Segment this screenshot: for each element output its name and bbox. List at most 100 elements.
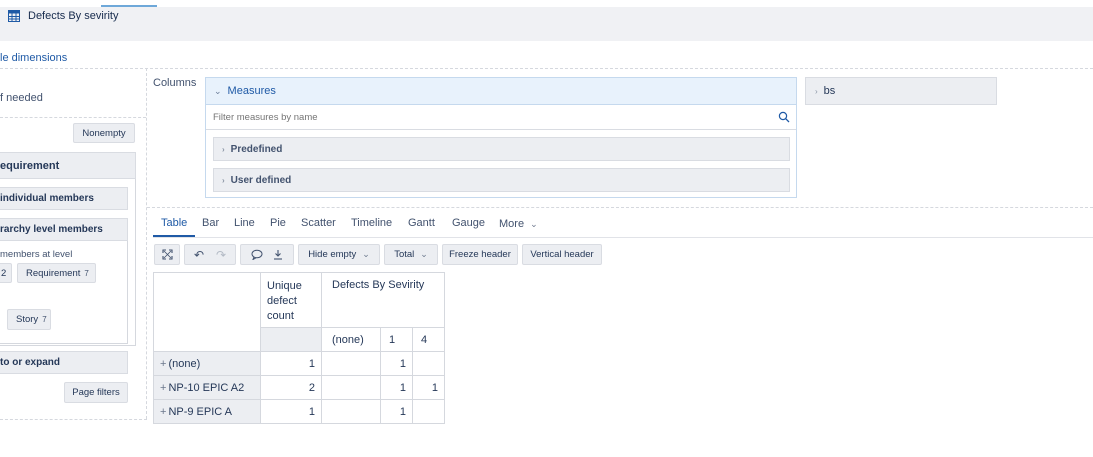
severity-none-header[interactable]: (none) <box>321 327 381 352</box>
vertical-header-button[interactable]: Vertical header <box>522 244 602 265</box>
hide-empty-label: Hide empty <box>308 249 357 260</box>
tab-table[interactable]: Table <box>161 217 187 229</box>
page-filters-button[interactable]: Page filters <box>64 382 128 403</box>
chip-count: 7 <box>42 315 47 324</box>
filter-measures-input[interactable] <box>206 106 796 130</box>
fullscreen-button[interactable] <box>154 244 180 265</box>
columns-bottom-divider <box>147 207 1093 208</box>
unique-count-cell: 1 <box>260 399 322 424</box>
undo-redo-group: ↶ ↷ <box>184 244 236 265</box>
bs-label: bs <box>823 85 836 97</box>
severity-4-header[interactable]: 4 <box>412 327 445 352</box>
row-header[interactable]: + (none) <box>153 351 261 376</box>
predefined-measures-group[interactable]: › Predefined <box>213 137 790 161</box>
expand-plus-icon[interactable]: + <box>160 406 166 418</box>
unique-defect-count-header[interactable]: Unique defect count <box>260 272 322 328</box>
chevron-right-icon: › <box>222 175 225 185</box>
table-row: + NP-10 EPIC A2 2 1 1 <box>153 375 445 400</box>
individual-members-button[interactable]: individual members <box>0 187 128 210</box>
chip-count: 7 <box>84 268 89 278</box>
unique-count-cell: 1 <box>260 351 322 376</box>
drill-into-expand-button[interactable]: to or expand <box>0 351 128 374</box>
sev4-cell <box>412 399 445 424</box>
chevron-down-icon: ⌄ <box>530 219 538 229</box>
sev1-cell: 1 <box>380 399 413 424</box>
download-icon[interactable] <box>273 249 283 260</box>
results-table: Unique defect count Defects By Sevirity … <box>153 272 445 424</box>
table-row: + NP-9 EPIC A 1 1 <box>153 399 445 424</box>
chevron-down-icon: ⌄ <box>420 249 428 259</box>
tab-more[interactable]: More ⌄ <box>499 218 538 230</box>
row-label: NP-10 EPIC A2 <box>168 381 245 394</box>
severity-1-header[interactable]: 1 <box>380 327 413 352</box>
sev1-cell: 1 <box>380 351 413 376</box>
expand-plus-icon[interactable]: + <box>160 358 166 370</box>
chip-label: Story <box>16 314 39 325</box>
measures-title: Measures <box>227 85 276 97</box>
chevron-right-icon: › <box>815 86 818 96</box>
left-rows-divider <box>0 117 146 118</box>
row-label: (none) <box>168 357 201 370</box>
level-chip-partial[interactable]: 2 <box>0 263 12 283</box>
expand-plus-icon[interactable]: + <box>160 382 166 394</box>
bs-dimension[interactable]: › bs <box>805 77 997 105</box>
sev4-cell <box>412 351 445 376</box>
none-cell <box>321 399 381 424</box>
hide-empty-dropdown[interactable]: Hide empty ⌄ <box>298 244 380 265</box>
left-partial-needed: f needed <box>0 92 43 104</box>
user-defined-measures-group[interactable]: › User defined <box>213 168 790 192</box>
members-at-level-label: members at level <box>0 249 73 260</box>
comment-icon[interactable] <box>251 249 263 260</box>
sev1-cell: 1 <box>380 375 413 400</box>
chip-label: Requirement <box>26 267 81 279</box>
level-chip-count: 2 <box>1 267 7 279</box>
chevron-right-icon: › <box>222 144 225 154</box>
expand-icon <box>161 249 173 260</box>
requirement-level-chip[interactable]: Requirement 7 <box>17 263 96 283</box>
undo-icon[interactable]: ↶ <box>194 248 204 262</box>
freeze-header-button[interactable]: Freeze header <box>442 244 518 265</box>
tab-line[interactable]: Line <box>234 217 255 229</box>
report-title: Defects By sevirity <box>28 10 119 22</box>
report-header <box>0 7 1093 41</box>
row-label: NP-9 EPIC A <box>168 405 233 418</box>
story-level-chip[interactable]: Story 7 <box>7 309 51 330</box>
nonempty-button[interactable]: Nonempty <box>73 123 135 143</box>
tab-scatter[interactable]: Scatter <box>301 217 336 229</box>
tab-timeline[interactable]: Timeline <box>351 217 392 229</box>
none-cell <box>321 351 381 376</box>
tab-gantt[interactable]: Gantt <box>408 217 435 229</box>
none-cell <box>321 375 381 400</box>
requirement-dimension-header[interactable]: equirement <box>0 152 136 179</box>
dimensions-link[interactable]: le dimensions <box>0 52 67 64</box>
columns-label: Columns <box>153 77 197 89</box>
tab-gauge[interactable]: Gauge <box>452 217 485 229</box>
section-divider <box>0 68 1093 69</box>
search-icon[interactable] <box>778 111 790 123</box>
redo-icon[interactable]: ↷ <box>216 248 226 262</box>
group-label: User defined <box>230 174 292 186</box>
chevron-down-icon: ⌄ <box>214 85 222 96</box>
header-spacer-cell <box>260 327 322 352</box>
defects-by-sevirity-header[interactable]: Defects By Sevirity <box>321 272 445 328</box>
row-header[interactable]: + NP-9 EPIC A <box>153 399 261 424</box>
comment-download-group <box>240 244 294 265</box>
chevron-down-icon: ⌄ <box>362 249 370 259</box>
more-label: More <box>499 218 525 230</box>
total-label: Total <box>394 249 415 260</box>
hierarchy-level-members-header[interactable]: rarchy level members <box>0 218 128 241</box>
group-label: Predefined <box>230 143 283 155</box>
left-panel-divider <box>146 68 147 419</box>
row-header[interactable]: + NP-10 EPIC A2 <box>153 375 261 400</box>
tab-bar[interactable]: Bar <box>202 217 219 229</box>
active-tab-indicator <box>153 235 195 237</box>
table-icon <box>8 10 20 22</box>
total-dropdown[interactable]: Total ⌄ <box>384 244 438 265</box>
table-row: + (none) 1 1 <box>153 351 445 376</box>
tabs-baseline <box>153 237 1093 238</box>
tab-pie[interactable]: Pie <box>270 217 286 229</box>
unique-count-cell: 2 <box>260 375 322 400</box>
left-panel-bottom <box>0 419 147 420</box>
table-corner-cell <box>153 272 261 352</box>
measures-header[interactable]: ⌄ Measures <box>206 78 796 105</box>
